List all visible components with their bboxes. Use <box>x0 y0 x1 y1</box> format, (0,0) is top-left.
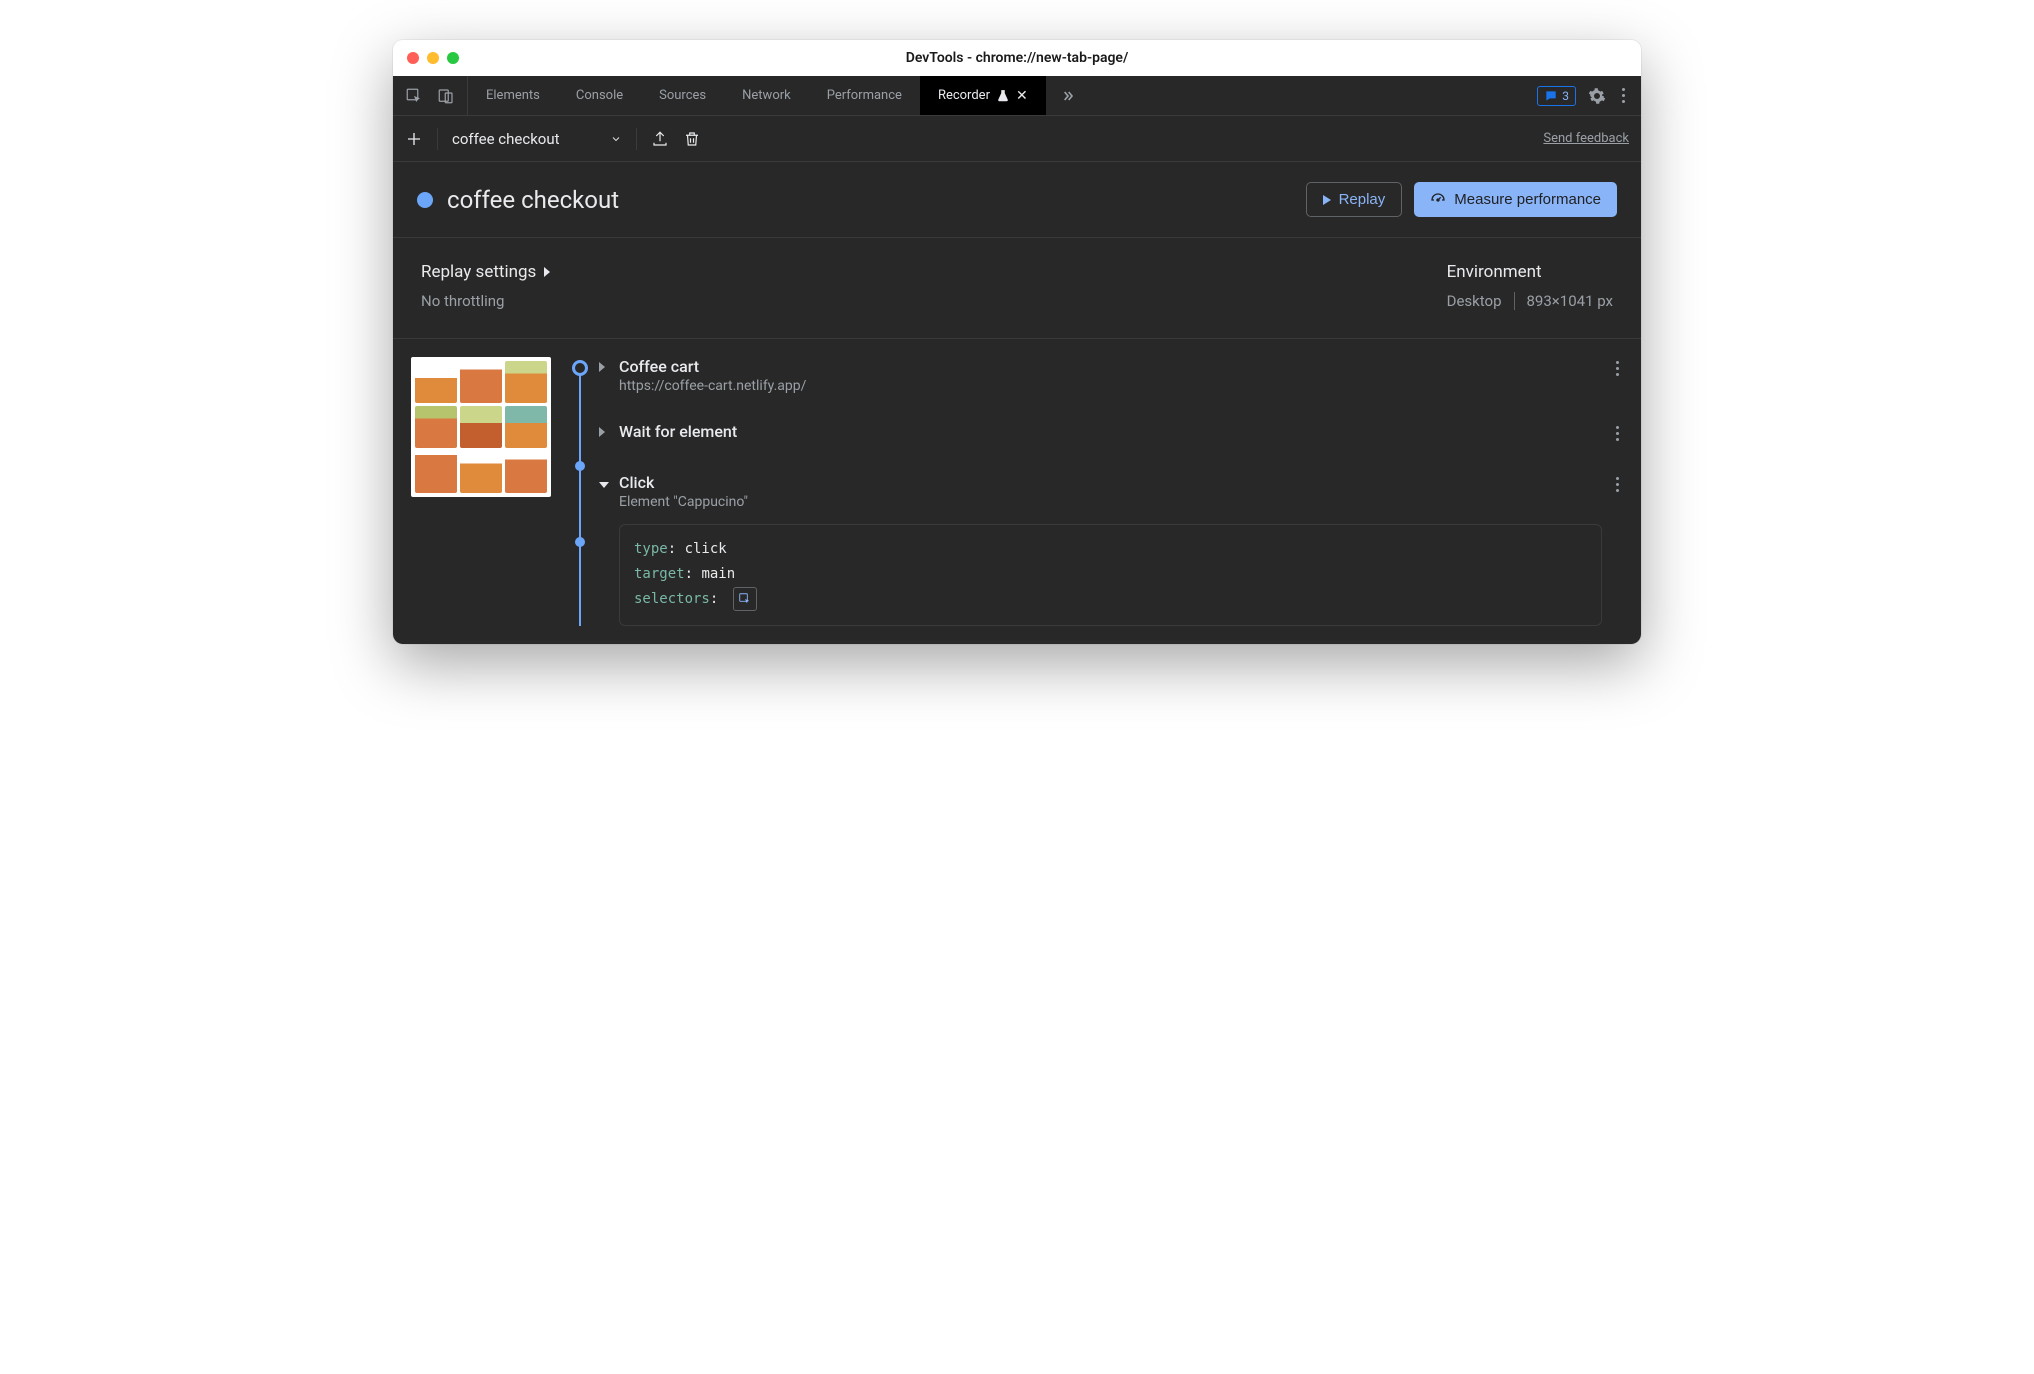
divider <box>636 128 637 150</box>
settings-icon[interactable] <box>1588 87 1606 105</box>
environment-label: Environment <box>1447 262 1613 282</box>
window-title: DevTools - chrome://new-tab-page/ <box>393 50 1641 66</box>
minimize-window-button[interactable] <box>427 52 439 64</box>
chevron-down-icon <box>610 133 622 145</box>
divider <box>437 128 438 150</box>
step-row[interactable]: Click Element "Cappucino" type: click ta… <box>599 473 1623 626</box>
step-url: https://coffee-cart.netlify.app/ <box>619 378 1602 394</box>
chevron-right-icon <box>544 267 550 277</box>
recorder-toolbar: coffee checkout Send feedback <box>393 116 1641 162</box>
measure-performance-button[interactable]: Measure performance <box>1414 182 1617 217</box>
flask-icon <box>996 89 1010 103</box>
recording-header: coffee checkout Replay Measure performan… <box>393 162 1641 238</box>
step-menu-icon[interactable] <box>1612 422 1623 445</box>
app-window: DevTools - chrome://new-tab-page/ Elemen… <box>393 40 1641 644</box>
divider <box>1514 292 1515 310</box>
step-row[interactable]: Wait for element <box>599 422 1623 445</box>
select-element-button[interactable] <box>733 587 757 611</box>
environment-device: Desktop <box>1447 292 1502 310</box>
tab-sources[interactable]: Sources <box>641 76 724 115</box>
replay-settings-toggle[interactable]: Replay settings <box>421 262 550 282</box>
inspect-element-icon[interactable] <box>405 87 423 105</box>
panel-tabs: Elements Console Sources Network Perform… <box>468 76 1046 115</box>
environment-viewport: 893×1041 px <box>1527 292 1614 310</box>
new-recording-button[interactable] <box>405 130 423 148</box>
device-toolbar-icon[interactable] <box>437 87 455 105</box>
chat-icon <box>1544 89 1558 103</box>
step-details: type: click target: main selectors: <box>619 524 1602 626</box>
step-row[interactable]: Coffee cart https://coffee-cart.netlify.… <box>599 357 1623 394</box>
step-subtitle: Element "Cappucino" <box>619 494 1602 510</box>
expand-icon[interactable] <box>599 426 609 441</box>
send-feedback-link[interactable]: Send feedback <box>1543 131 1629 146</box>
overflow-tabs-button[interactable] <box>1046 88 1090 104</box>
timeline: Coffee cart https://coffee-cart.netlify.… <box>569 357 1623 626</box>
more-menu-icon[interactable] <box>1618 84 1629 107</box>
step-title: Click <box>619 473 1602 492</box>
traffic-lights <box>407 52 459 64</box>
issues-badge[interactable]: 3 <box>1537 86 1576 106</box>
steps-area: Coffee cart https://coffee-cart.netlify.… <box>393 339 1641 644</box>
titlebar: DevTools - chrome://new-tab-page/ <box>393 40 1641 76</box>
tab-performance[interactable]: Performance <box>809 76 920 115</box>
gauge-icon <box>1430 192 1446 208</box>
recording-name: coffee checkout <box>452 130 560 148</box>
code-key: selectors <box>634 591 710 607</box>
main-tabbar: Elements Console Sources Network Perform… <box>393 76 1641 116</box>
tabbar-actions: 3 <box>1537 84 1641 107</box>
code-value: main <box>701 566 735 582</box>
code-value: click <box>685 541 727 557</box>
replay-button[interactable]: Replay <box>1306 182 1403 217</box>
devtools-panel: Elements Console Sources Network Perform… <box>393 76 1641 644</box>
close-tab-icon[interactable]: ✕ <box>1016 88 1028 104</box>
tab-console[interactable]: Console <box>558 76 641 115</box>
close-window-button[interactable] <box>407 52 419 64</box>
recording-status-dot <box>417 192 433 208</box>
maximize-window-button[interactable] <box>447 52 459 64</box>
timeline-node-start <box>572 360 588 376</box>
screenshot-thumbnail[interactable] <box>411 357 551 497</box>
tab-network[interactable]: Network <box>724 76 809 115</box>
recording-title: coffee checkout <box>447 186 619 214</box>
tab-recorder[interactable]: Recorder ✕ <box>920 76 1046 115</box>
code-key: target <box>634 566 685 582</box>
expand-icon[interactable] <box>599 361 609 376</box>
code-key: type <box>634 541 668 557</box>
step-title: Wait for element <box>619 422 1602 441</box>
collapse-icon[interactable] <box>599 477 609 492</box>
throttling-value: No throttling <box>421 292 550 310</box>
step-menu-icon[interactable] <box>1612 357 1623 380</box>
inspect-tools <box>393 76 468 115</box>
issues-count: 3 <box>1562 89 1569 103</box>
step-menu-icon[interactable] <box>1612 473 1623 496</box>
timeline-node <box>575 537 585 547</box>
tab-elements[interactable]: Elements <box>468 76 558 115</box>
export-button[interactable] <box>651 130 669 148</box>
delete-button[interactable] <box>683 130 701 148</box>
play-icon <box>1323 195 1331 205</box>
recording-selector[interactable]: coffee checkout <box>452 130 622 148</box>
timeline-node <box>575 461 585 471</box>
step-title: Coffee cart <box>619 357 1602 376</box>
settings-row: Replay settings No throttling Environmen… <box>393 238 1641 339</box>
